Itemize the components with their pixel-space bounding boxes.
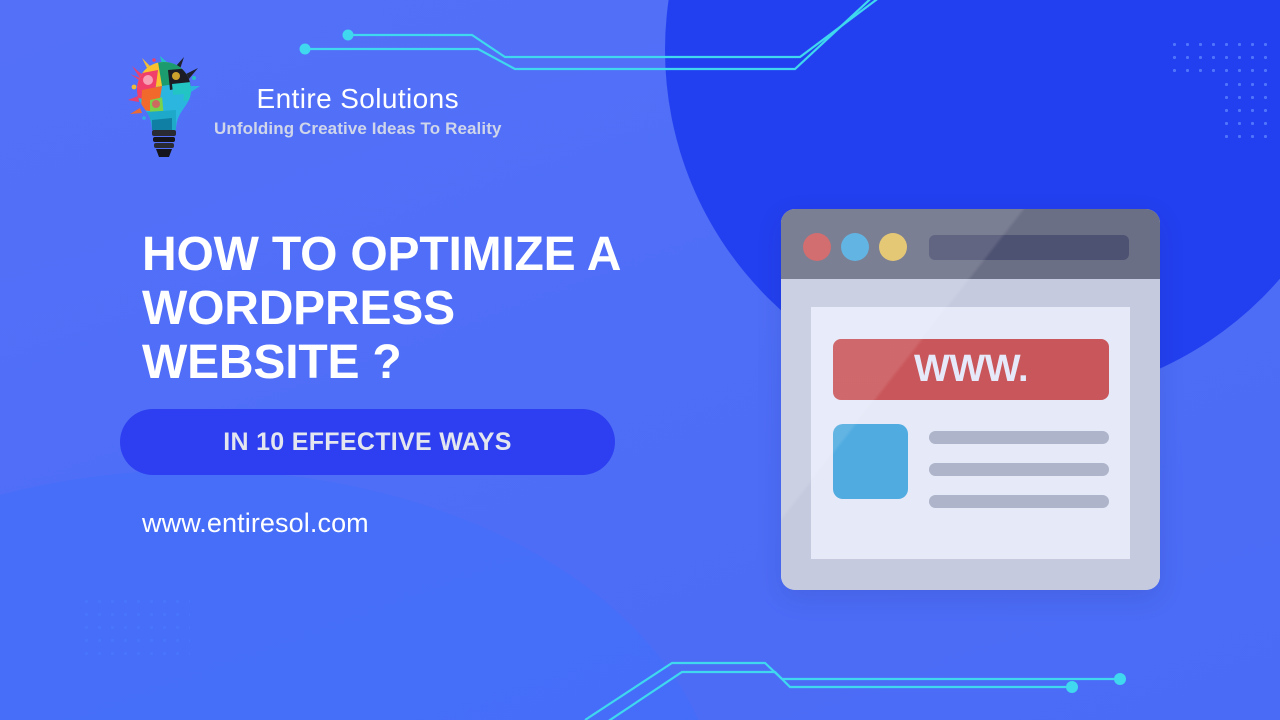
browser-body: WWW. [781,279,1160,590]
minimize-dot-icon[interactable] [841,233,869,261]
brand-name: Entire Solutions [256,83,460,115]
browser-window-illustration: WWW. [781,209,1160,590]
subtitle-badge-label: IN 10 EFFECTIVE WAYS [223,427,512,456]
browser-page-content: WWW. [811,307,1130,559]
subtitle-badge[interactable]: IN 10 EFFECTIVE WAYS [120,409,615,475]
maximize-dot-icon[interactable] [879,233,907,261]
text-placeholder-line [929,463,1109,476]
www-banner: WWW. [833,339,1109,400]
brand-text: Entire Solutions Unfolding Creative Idea… [214,77,502,138]
dot-grid-top-right-lower [1220,78,1273,144]
logo-block: Entire Solutions Unfolding Creative Idea… [128,56,502,160]
close-dot-icon[interactable] [803,233,831,261]
www-banner-text: WWW. [913,348,1029,390]
poster-canvas: Entire Solutions Unfolding Creative Idea… [0,0,1280,720]
website-url[interactable]: www.entiresol.com [142,508,369,539]
headline-line-1: HOW TO OPTIMIZE A [142,228,622,281]
image-placeholder [833,424,908,499]
dot-grid-bottom-left [80,595,190,665]
headline-line-3: WEBSITE ? [142,335,402,389]
address-bar[interactable] [929,235,1129,260]
brand-tagline: Unfolding Creative Ideas To Reality [214,118,502,138]
lightbulb-paint-splash-icon [128,56,200,157]
browser-titlebar [781,209,1160,279]
headline-line-2: WORDPRESS [142,281,455,335]
dot-grid-top-right-upper [1168,38,1273,78]
text-placeholder-line [929,495,1109,508]
page-title: HOW TO OPTIMIZE A WORDPRESS WEBSITE ? [142,228,722,389]
text-placeholder-line [929,431,1109,444]
